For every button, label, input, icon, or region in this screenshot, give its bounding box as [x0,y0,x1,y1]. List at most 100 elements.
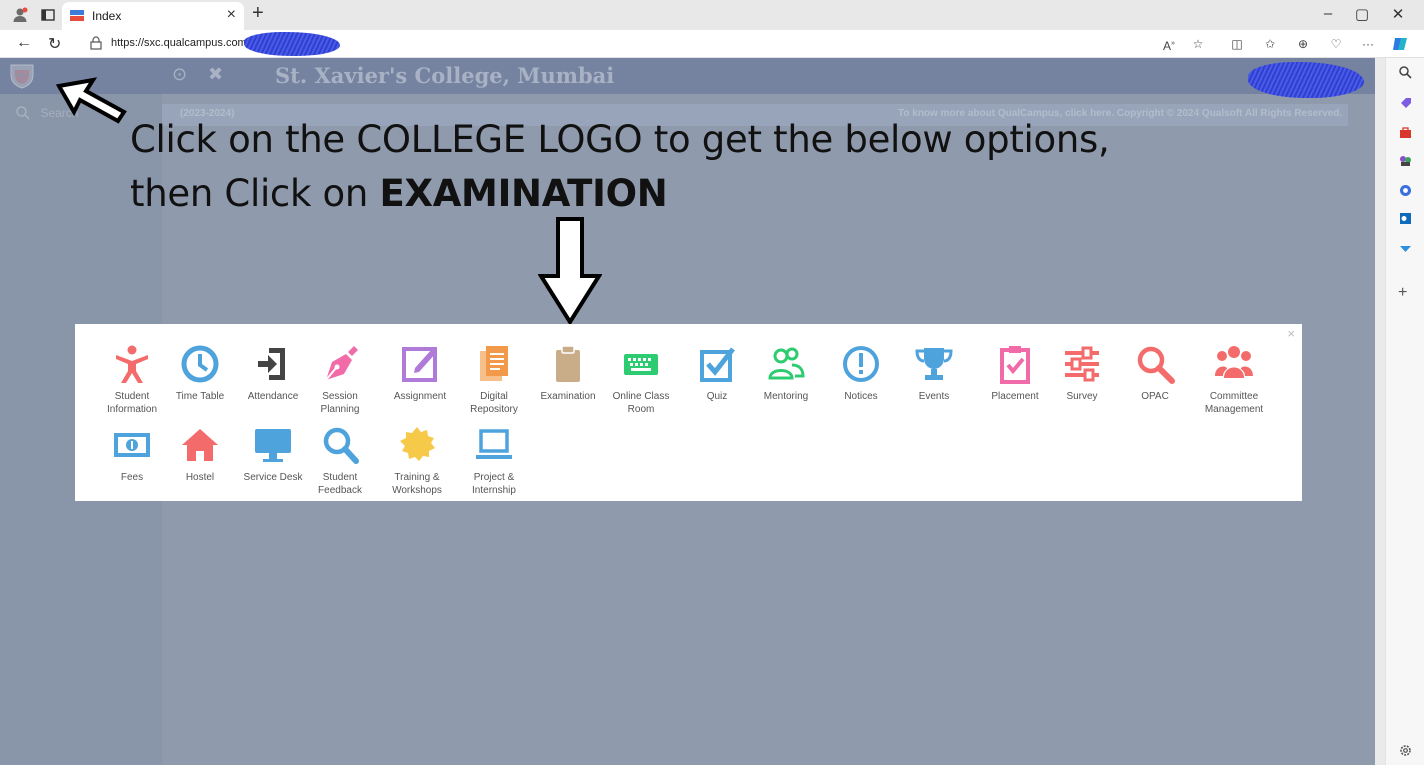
address-bar-row: ← ↻ https://sxc.qualcampus.com/ A» ☆ ◫ ✩… [0,30,1424,58]
clock-icon [181,345,219,383]
clipboard-check-icon [1000,346,1030,384]
module-placement[interactable]: Placement [977,344,1053,403]
tools-briefcase-icon[interactable] [1399,126,1412,139]
sliders-icon [1065,346,1099,382]
person-icon [116,345,148,383]
modal-close-button[interactable]: × [1287,326,1295,341]
restore-button[interactable]: ▢ [1350,5,1374,23]
back-icon[interactable]: ← [16,34,32,52]
back-circle-icon[interactable]: ⊙ [172,64,187,85]
extensions-icon[interactable]: ♡ [1328,36,1344,52]
tab-actions-icon[interactable] [40,7,56,23]
favorites-icon[interactable]: ✩ [1262,36,1278,52]
tile-label: Events [918,391,950,402]
module-hostel[interactable]: Hostel [162,425,238,484]
instruction-line-1: Click on the COLLEGE LOGO to get the bel… [130,118,1110,161]
module-time-table[interactable]: Time Table [162,344,238,403]
tile-label: Fees [120,472,144,483]
search-icon [16,106,30,120]
instruction-line-2: then Click on EXAMINATION [130,172,668,215]
refresh-icon[interactable]: ↻ [48,34,61,54]
drop-icon[interactable] [1399,242,1412,255]
arrow-to-logo-icon [56,77,127,124]
redaction-scribble [1248,62,1364,98]
lock-icon[interactable] [90,36,102,50]
group-icon [1215,346,1253,378]
home-icon [182,429,218,461]
module-fees[interactable]: Fees [94,425,170,484]
tab-close-button[interactable]: × [227,6,236,24]
module-service-desk[interactable]: Service Desk [235,425,311,484]
tile-label: Session Planning [320,391,360,415]
college-logo-icon[interactable] [8,62,36,90]
collections-icon[interactable]: ⊕ [1295,36,1311,52]
qualcampus-favicon-icon [70,10,84,21]
module-committee-management[interactable]: Committee Management [1196,344,1272,416]
module-opac[interactable]: OPAC [1117,344,1193,403]
profile-icon[interactable] [12,7,28,23]
exclamation-circle-icon [843,346,879,382]
module-survey[interactable]: Survey [1044,344,1120,403]
tile-label: Examination [540,391,596,402]
tile-label: OPAC [1141,391,1169,402]
module-menu-modal: × Student Information Time Table Attenda… [75,324,1302,501]
module-training-workshops[interactable]: Training & Workshops [379,425,455,497]
tile-label: Digital Repository [470,391,518,415]
split-screen-icon[interactable]: ◫ [1229,36,1245,52]
checkbox-icon [700,347,735,382]
browser-tab-bar: Index × + – ▢ ✕ [0,0,1424,30]
tile-label: Notices [844,391,878,402]
new-tab-button[interactable]: + [252,2,264,25]
module-attendance[interactable]: Attendance [235,344,311,403]
tile-label: Placement [991,391,1039,402]
module-assignment[interactable]: Assignment [382,344,458,403]
badge-icon [400,427,435,461]
tile-label: Assignment [393,391,447,402]
page-header: ⊙ ✖ St. Xavier's College, Mumbai [0,58,1375,98]
favorite-star-icon[interactable]: ☆ [1190,36,1206,52]
microsoft-365-icon[interactable] [1399,184,1412,197]
settings-gear-icon[interactable] [1399,744,1412,757]
search-icon [1137,346,1175,384]
tab-index[interactable]: Index × [62,2,244,30]
module-examination[interactable]: Examination [530,344,606,403]
money-icon [114,433,150,457]
module-quiz[interactable]: Quiz [679,344,755,403]
clipboard-icon [556,345,580,382]
shopping-tag-icon[interactable] [1399,96,1412,109]
minimize-button[interactable]: – [1316,5,1340,22]
trophy-icon [915,348,953,380]
instruction-prefix: then Click on [130,172,380,215]
module-student-information[interactable]: Student Information [94,344,170,416]
more-icon[interactable]: ··· [1360,36,1376,52]
module-mentoring[interactable]: Mentoring [748,344,824,403]
module-events[interactable]: Events [896,344,972,403]
module-session-planning[interactable]: Session Planning [302,344,378,416]
tile-label: Student Feedback [318,472,362,496]
keyboard-icon [624,354,658,375]
outlook-icon[interactable] [1399,212,1412,225]
tile-label: Survey [1066,391,1098,402]
page-scrollbar[interactable] [1375,58,1385,765]
module-digital-repository[interactable]: Digital Repository [456,344,532,416]
search-icon[interactable] [1399,66,1412,79]
module-student-feedback[interactable]: Student Feedback [302,425,378,497]
edge-sidebar: + [1385,58,1424,765]
tile-label: Training & Workshops [392,472,442,496]
module-online-class-room[interactable]: Online Class Room [603,344,679,416]
games-icon[interactable] [1399,154,1412,167]
college-name: St. Xavier's College, Mumbai [275,63,615,88]
module-notices[interactable]: Notices [823,344,899,403]
read-aloud-icon[interactable]: A» [1161,36,1177,53]
tab-title: Index [92,9,122,23]
close-window-button[interactable]: ✕ [1386,5,1410,23]
add-sidebar-app-icon[interactable]: + [1398,284,1407,302]
url-text: https://sxc.qualcampus.com/ [111,37,250,49]
tile-label: Quiz [706,391,728,402]
edit-icon [402,347,437,382]
module-project-internship[interactable]: Project & Internship [456,425,532,497]
tile-label: Student Information [106,391,158,415]
copilot-icon[interactable] [1391,35,1409,53]
fullscreen-icon[interactable]: ✖ [208,64,223,85]
pen-icon [325,346,358,381]
